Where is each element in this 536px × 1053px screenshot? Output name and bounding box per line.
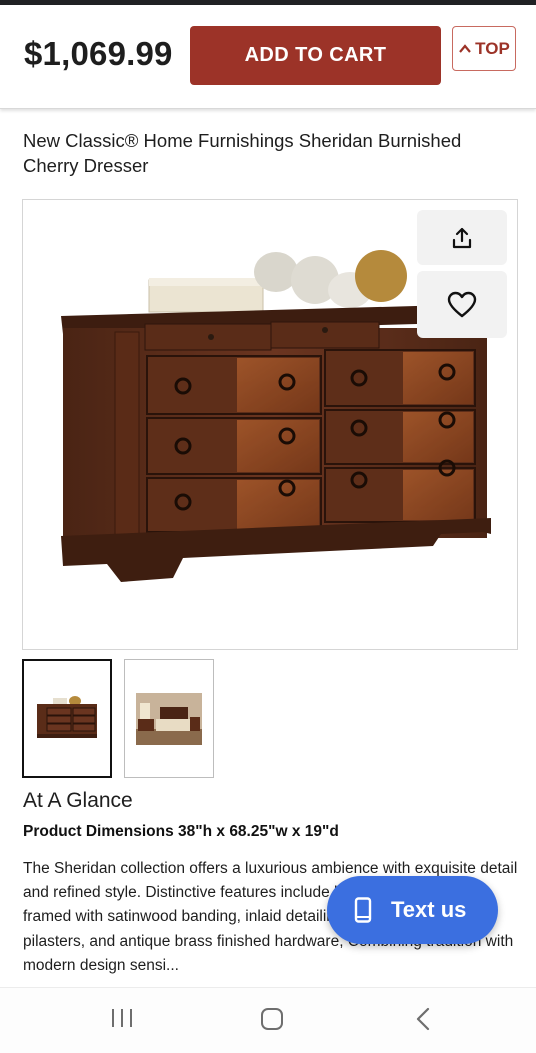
phone-icon <box>354 897 372 923</box>
at-a-glance-heading: At A Glance <box>23 789 133 812</box>
back-to-top-button[interactable]: TOP <box>452 26 516 71</box>
top-label: TOP <box>475 38 510 58</box>
home-icon[interactable] <box>259 1006 285 1032</box>
product-main-image[interactable] <box>22 199 518 650</box>
product-title: New Classic® Home Furnishings Sheridan B… <box>23 130 462 176</box>
text-us-button[interactable]: Text us <box>327 876 498 944</box>
product-dimensions: Product Dimensions 38"h x 68.25"w x 19"d <box>23 823 339 840</box>
favorite-button[interactable] <box>417 271 507 338</box>
share-icon <box>452 227 472 248</box>
sticky-purchase-bar: $1,069.99 ADD TO CART TOP <box>0 5 536 109</box>
thumbnail-bedroom[interactable] <box>124 659 214 778</box>
bedroom-thumbnail <box>136 692 202 745</box>
text-us-label: Text us <box>391 897 467 922</box>
share-button[interactable] <box>417 210 507 265</box>
price: $1,069.99 <box>24 35 173 72</box>
chevron-up-icon <box>459 43 472 53</box>
recents-icon[interactable] <box>110 1006 134 1030</box>
thumbnail-dresser[interactable] <box>22 659 112 778</box>
dresser-thumbnail <box>37 695 97 738</box>
system-navigation-bar <box>0 987 536 1053</box>
heart-icon <box>447 291 477 317</box>
dresser-image <box>61 250 491 582</box>
add-to-cart-button[interactable]: ADD TO CART <box>190 26 441 85</box>
back-icon[interactable] <box>413 1006 433 1032</box>
